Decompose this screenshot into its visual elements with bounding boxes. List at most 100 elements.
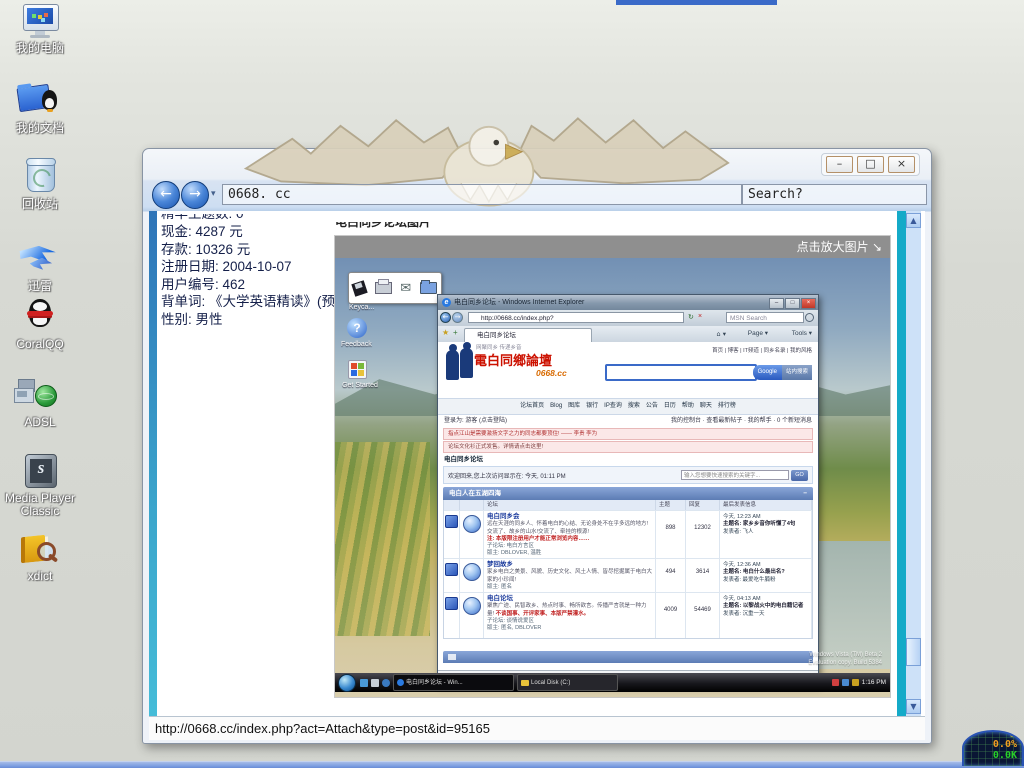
- ie-title-bar: 电白同乡论坛 - Windows Internet Explorer: [438, 295, 818, 310]
- ie-page-menu: Page ▾: [748, 326, 768, 342]
- tray-icon: [832, 679, 839, 686]
- vertical-scrollbar[interactable]: ▲ ▼: [906, 211, 921, 716]
- forum-desc: 家乡电白之美景、风貌、历史文化、风土人情、皆尽挖掘属于电白大家的小珍闻!: [487, 569, 652, 582]
- column-forum: 论坛: [484, 500, 656, 510]
- topics-count: 494: [656, 558, 686, 592]
- ie-address-field: http://0668.cc/index.php?: [468, 312, 684, 323]
- search-input[interactable]: [742, 184, 927, 205]
- folder-icon: [420, 282, 437, 294]
- lastpost-author: 发表者: 沉重一天: [723, 611, 808, 618]
- status-cell: [444, 592, 460, 638]
- desktop-icon-adsl[interactable]: ADSL: [4, 376, 76, 429]
- site-search-button: 站内搜索: [782, 365, 812, 380]
- vista-icon-label: Feedback: [341, 341, 372, 348]
- history-dropdown-icon[interactable]: ▾: [211, 189, 216, 199]
- globe-icon: [463, 563, 481, 581]
- replies-count: 54469: [686, 592, 720, 638]
- globe-icon: [463, 515, 481, 533]
- email-icon: ✉: [400, 281, 411, 296]
- lastpost-cell: 今天, 04:13 AM 主题名: 以黎战火中的电白籍记者 发表者: 沉重一天: [720, 592, 812, 638]
- my-computer-icon: [4, 2, 76, 40]
- status-cell: [444, 558, 460, 592]
- desktop: 我的电脑 我的文档 回收站 迅雷 CoralQQ ADSL Media Play…: [0, 0, 1024, 768]
- ie-address-bar: ← → http://0668.cc/index.php? ↻ × MSN Se…: [438, 310, 818, 326]
- lastpost-author: 发表者: 最爱吃牛腩粉: [723, 577, 808, 584]
- window-controls: – □ ×: [821, 153, 920, 176]
- desktop-icon-my-computer[interactable]: 我的电脑: [4, 2, 76, 55]
- ie-minimize-button: –: [769, 298, 784, 309]
- google-search-button: Google: [753, 365, 782, 380]
- forum-welcome-row: 欢迎回来,您上次访问显示在: 今天, 01:11 PM 输入您想要快速搜索的关键…: [443, 466, 813, 484]
- control-panel-links: 我的控制台 · 查看最新帖子 · 我的帮手 · 0 个新短消息: [671, 415, 812, 427]
- close-button[interactable]: ×: [888, 156, 915, 173]
- vista-watermark: Windows Vista (TM) Beta 2 Evaluation cop…: [808, 652, 882, 667]
- desktop-icon-my-documents[interactable]: 我的文档: [4, 82, 76, 135]
- forum-category-bar: 电白人在五湖四海 −: [443, 487, 813, 500]
- desktop-icon-xunlei[interactable]: 迅雷: [4, 240, 76, 293]
- maximize-button[interactable]: □: [857, 156, 884, 173]
- wallpaper-rice-fields: [335, 442, 430, 635]
- ie-active-tab: 电白同乡论坛: [464, 328, 592, 342]
- desktop-icon-label: ADSL: [4, 416, 76, 429]
- forum-table-header: 论坛 主题 回复 最后发表信息: [444, 500, 812, 510]
- icon-cell: [460, 510, 484, 558]
- globe-icon: [463, 597, 481, 615]
- taskbar-task-ie: 电白同乡论坛 - Win...: [393, 674, 514, 691]
- my-documents-icon: [4, 82, 76, 120]
- folder-task-icon: [521, 680, 529, 686]
- forum-row: 电白同乡会 远在天涯的同乡人、怀着电白的心结、无论身处不在乎多远的地方!交流了、…: [444, 510, 812, 558]
- lastpost-topic: 主题名: 电白什么最出名?: [723, 569, 785, 575]
- forum-page: 网聚同乡 传递乡音 電白同鄉論壇 0668.cc 首页 | 博客 | IT频道 …: [438, 342, 818, 671]
- forum-cell: 电白同乡会 远在天涯的同乡人、怀着电白的心结、无论身处不在乎多远的地方!交流了、…: [484, 510, 656, 558]
- address-input[interactable]: [222, 184, 742, 205]
- scroll-down-arrow[interactable]: ▼: [906, 699, 921, 714]
- forum-status-icon: [445, 563, 458, 576]
- qq-penguin-icon: [4, 298, 76, 336]
- quick-search-input: 输入您想要快速搜索的关键字...: [681, 470, 789, 480]
- forward-button[interactable]: →: [181, 181, 209, 209]
- print-icon: [375, 282, 392, 294]
- icon-cell: [460, 558, 484, 592]
- ie-search-magnifier-icon: [805, 313, 814, 322]
- desktop-icon-media-player-classic[interactable]: Media Player Classic: [4, 452, 76, 518]
- attachment-image[interactable]: 点击放大图片 ↘ ✉ Keyca... ?: [335, 236, 890, 697]
- back-button[interactable]: ←: [152, 181, 180, 209]
- system-tray: 1:16 PM: [832, 679, 890, 686]
- forum-table: 论坛 主题 回复 最后发表信息 电白同乡会: [443, 500, 813, 639]
- xdict-dictionary-icon: [4, 530, 76, 568]
- logo-silhouette: [460, 348, 473, 378]
- forum-search-box: Google 站内搜索: [605, 364, 812, 381]
- status-cell: [444, 510, 460, 558]
- ie-window: 电白同乡论坛 - Windows Internet Explorer e – □…: [437, 294, 819, 685]
- ie-window-controls: – □ ×: [769, 298, 816, 309]
- enlarge-hint-text: 点击放大图片: [797, 240, 869, 254]
- ie-logo-icon: e: [442, 298, 451, 307]
- media-player-classic-icon: [4, 452, 76, 490]
- bottom-hidden-taskbar-edge[interactable]: [0, 761, 1024, 768]
- welcome-text: 欢迎回来,您上次访问显示在: 今天, 01:11 PM: [448, 471, 566, 480]
- start-orb-icon: [338, 674, 356, 692]
- forum-header: 网聚同乡 传递乡音 電白同鄉論壇 0668.cc 首页 | 博客 | IT频道 …: [438, 342, 818, 398]
- lastpost-cell: 今天, 12:23 AM 主题名: 家乡乡音你听懂了4句 发表者: 飞人: [720, 510, 812, 558]
- ie-task-icon: [397, 679, 404, 686]
- desktop-icon-xdict[interactable]: xdict: [4, 530, 76, 583]
- quicklaunch-icon: [360, 679, 368, 687]
- forum-status-icon: [445, 515, 458, 528]
- category-icon: [448, 654, 456, 660]
- scroll-up-arrow[interactable]: ▲: [906, 213, 921, 228]
- top-hidden-taskbar-edge[interactable]: [616, 0, 777, 5]
- forum-logo-title: 電白同鄉論壇: [474, 350, 552, 369]
- forum-note: 注: 本版限注册用户才能正常浏览内容……: [487, 536, 652, 543]
- desktop-icon-coralqq[interactable]: CoralQQ: [4, 298, 76, 351]
- forum-login-row: 登录为: 游客 (点击登陆) 我的控制台 · 查看最新帖子 · 我的帮手 · 0…: [438, 415, 818, 427]
- clipped-attachment-caption: 电白同乡论坛图片: [335, 222, 555, 228]
- minimize-button[interactable]: –: [826, 156, 853, 173]
- replies-count: 12302: [686, 510, 720, 558]
- scrollbar-thumb[interactable]: [906, 638, 921, 666]
- page-right-border: [897, 211, 906, 716]
- desktop-icon-label: 迅雷: [4, 280, 76, 293]
- quick-search: 输入您想要快速搜索的关键字... GO: [681, 470, 808, 481]
- desktop-icon-recycle-bin[interactable]: 回收站: [4, 156, 76, 211]
- ie-stop-icon: ×: [698, 313, 702, 320]
- forum-note: 不谈国事、开评家事、本版严禁灌水。: [496, 611, 590, 617]
